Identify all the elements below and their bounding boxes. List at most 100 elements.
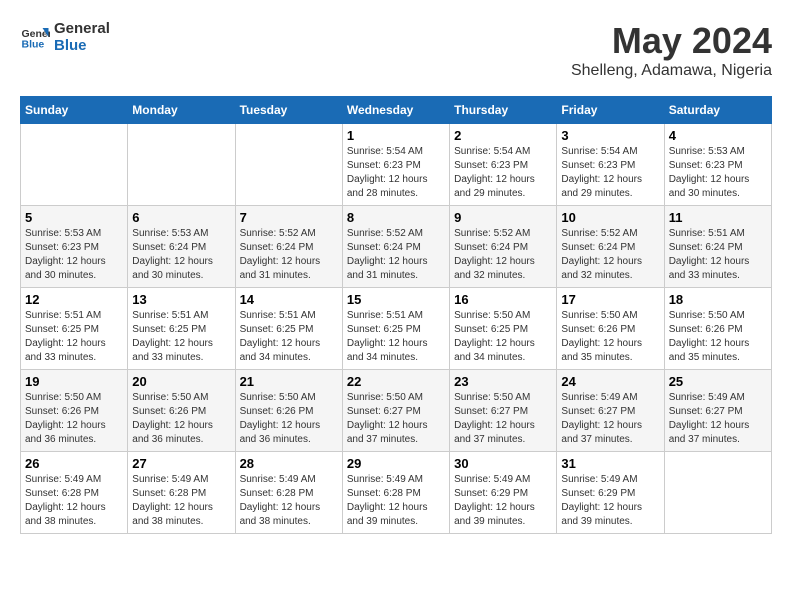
subtitle: Shelleng, Adamawa, Nigeria: [571, 62, 772, 80]
day-number: 17: [561, 292, 659, 307]
day-number: 14: [240, 292, 338, 307]
calendar-cell: 9 Sunrise: 5:52 AM Sunset: 6:24 PM Daylig…: [450, 206, 557, 288]
day-info: Sunrise: 5:49 AM Sunset: 6:28 PM Dayligh…: [347, 473, 445, 529]
svg-text:Blue: Blue: [22, 39, 45, 51]
day-number: 24: [561, 374, 659, 389]
day-number: 12: [25, 292, 123, 307]
calendar-cell: 6 Sunrise: 5:53 AM Sunset: 6:24 PM Daylig…: [128, 206, 235, 288]
day-info: Sunrise: 5:52 AM Sunset: 6:24 PM Dayligh…: [561, 227, 659, 283]
weekday-header-tuesday: Tuesday: [235, 97, 342, 124]
calendar-cell: 17 Sunrise: 5:50 AM Sunset: 6:26 PM Dayli…: [557, 288, 664, 370]
calendar-cell: 20 Sunrise: 5:50 AM Sunset: 6:26 PM Dayli…: [128, 370, 235, 452]
day-number: 5: [25, 210, 123, 225]
day-number: 10: [561, 210, 659, 225]
calendar-cell: 3 Sunrise: 5:54 AM Sunset: 6:23 PM Daylig…: [557, 124, 664, 206]
day-info: Sunrise: 5:50 AM Sunset: 6:25 PM Dayligh…: [454, 309, 552, 365]
calendar-cell: 28Sunrise: 5:49 AM Sunset: 6:28 PM Dayli…: [235, 452, 342, 534]
day-info: Sunrise: 5:50 AM Sunset: 6:26 PM Dayligh…: [132, 391, 230, 447]
calendar-cell: 30Sunrise: 5:49 AM Sunset: 6:29 PM Dayli…: [450, 452, 557, 534]
day-number: 27: [132, 456, 230, 471]
day-info: Sunrise: 5:49 AM Sunset: 6:27 PM Dayligh…: [561, 391, 659, 447]
calendar-cell: 13Sunrise: 5:51 AM Sunset: 6:25 PM Dayli…: [128, 288, 235, 370]
calendar-cell: 24 Sunrise: 5:49 AM Sunset: 6:27 PM Dayli…: [557, 370, 664, 452]
calendar-cell: 31Sunrise: 5:49 AM Sunset: 6:29 PM Dayli…: [557, 452, 664, 534]
day-info: Sunrise: 5:49 AM Sunset: 6:28 PM Dayligh…: [240, 473, 338, 529]
calendar-cell: 23 Sunrise: 5:50 AM Sunset: 6:27 PM Dayli…: [450, 370, 557, 452]
day-number: 16: [454, 292, 552, 307]
day-number: 2: [454, 128, 552, 143]
day-info: Sunrise: 5:51 AM Sunset: 6:25 PM Dayligh…: [347, 309, 445, 365]
calendar-cell: 10 Sunrise: 5:52 AM Sunset: 6:24 PM Dayli…: [557, 206, 664, 288]
logo: General Blue General Blue: [20, 20, 110, 54]
day-number: 9: [454, 210, 552, 225]
day-info: Sunrise: 5:53 AM Sunset: 6:23 PM Dayligh…: [25, 227, 123, 283]
page-header: General Blue General Blue May 2024 Shell…: [20, 20, 772, 80]
calendar-cell: 14 Sunrise: 5:51 AM Sunset: 6:25 PM Dayli…: [235, 288, 342, 370]
day-info: Sunrise: 5:49 AM Sunset: 6:27 PM Dayligh…: [669, 391, 767, 447]
day-number: 1: [347, 128, 445, 143]
day-info: Sunrise: 5:51 AM Sunset: 6:25 PM Dayligh…: [25, 309, 123, 365]
calendar-cell: 19 Sunrise: 5:50 AM Sunset: 6:26 PM Dayli…: [21, 370, 128, 452]
calendar-cell: 29 Sunrise: 5:49 AM Sunset: 6:28 PM Dayli…: [342, 452, 449, 534]
day-info: Sunrise: 5:49 AM Sunset: 6:29 PM Dayligh…: [454, 473, 552, 529]
day-info: Sunrise: 5:50 AM Sunset: 6:26 PM Dayligh…: [25, 391, 123, 447]
day-number: 11: [669, 210, 767, 225]
day-info: Sunrise: 5:51 AM Sunset: 6:24 PM Dayligh…: [669, 227, 767, 283]
calendar-cell: 27Sunrise: 5:49 AM Sunset: 6:28 PM Dayli…: [128, 452, 235, 534]
logo-icon: General Blue: [20, 22, 50, 52]
day-number: 29: [347, 456, 445, 471]
calendar-cell: [664, 452, 771, 534]
weekday-header-thursday: Thursday: [450, 97, 557, 124]
calendar-cell: 25Sunrise: 5:49 AM Sunset: 6:27 PM Dayli…: [664, 370, 771, 452]
calendar-week-3: 12 Sunrise: 5:51 AM Sunset: 6:25 PM Dayli…: [21, 288, 772, 370]
calendar-cell: 15Sunrise: 5:51 AM Sunset: 6:25 PM Dayli…: [342, 288, 449, 370]
calendar-cell: 8 Sunrise: 5:52 AM Sunset: 6:24 PM Daylig…: [342, 206, 449, 288]
calendar-cell: 5 Sunrise: 5:53 AM Sunset: 6:23 PM Daylig…: [21, 206, 128, 288]
calendar-cell: 4Sunrise: 5:53 AM Sunset: 6:23 PM Daylig…: [664, 124, 771, 206]
weekday-header-saturday: Saturday: [664, 97, 771, 124]
main-title: May 2024: [571, 20, 772, 62]
calendar-cell: 2Sunrise: 5:54 AM Sunset: 6:23 PM Daylig…: [450, 124, 557, 206]
day-info: Sunrise: 5:52 AM Sunset: 6:24 PM Dayligh…: [347, 227, 445, 283]
day-number: 20: [132, 374, 230, 389]
logo-line2: Blue: [54, 37, 110, 54]
day-info: Sunrise: 5:50 AM Sunset: 6:27 PM Dayligh…: [347, 391, 445, 447]
day-number: 3: [561, 128, 659, 143]
day-info: Sunrise: 5:50 AM Sunset: 6:26 PM Dayligh…: [669, 309, 767, 365]
day-number: 8: [347, 210, 445, 225]
calendar-table: SundayMondayTuesdayWednesdayThursdayFrid…: [20, 96, 772, 534]
calendar-cell: [21, 124, 128, 206]
day-info: Sunrise: 5:50 AM Sunset: 6:27 PM Dayligh…: [454, 391, 552, 447]
day-info: Sunrise: 5:54 AM Sunset: 6:23 PM Dayligh…: [561, 145, 659, 201]
day-number: 22: [347, 374, 445, 389]
calendar-week-2: 5 Sunrise: 5:53 AM Sunset: 6:23 PM Daylig…: [21, 206, 772, 288]
day-number: 19: [25, 374, 123, 389]
weekday-header-row: SundayMondayTuesdayWednesdayThursdayFrid…: [21, 97, 772, 124]
day-info: Sunrise: 5:50 AM Sunset: 6:26 PM Dayligh…: [240, 391, 338, 447]
calendar-cell: 21Sunrise: 5:50 AM Sunset: 6:26 PM Dayli…: [235, 370, 342, 452]
weekday-header-friday: Friday: [557, 97, 664, 124]
day-number: 7: [240, 210, 338, 225]
calendar-cell: 12 Sunrise: 5:51 AM Sunset: 6:25 PM Dayli…: [21, 288, 128, 370]
logo-line1: General: [54, 20, 110, 37]
calendar-body: 1 Sunrise: 5:54 AM Sunset: 6:23 PM Daylig…: [21, 124, 772, 534]
calendar-cell: 26Sunrise: 5:49 AM Sunset: 6:28 PM Dayli…: [21, 452, 128, 534]
day-info: Sunrise: 5:53 AM Sunset: 6:23 PM Dayligh…: [669, 145, 767, 201]
day-number: 23: [454, 374, 552, 389]
calendar-cell: 22 Sunrise: 5:50 AM Sunset: 6:27 PM Dayli…: [342, 370, 449, 452]
day-info: Sunrise: 5:53 AM Sunset: 6:24 PM Dayligh…: [132, 227, 230, 283]
weekday-header-monday: Monday: [128, 97, 235, 124]
day-number: 13: [132, 292, 230, 307]
calendar-cell: 18Sunrise: 5:50 AM Sunset: 6:26 PM Dayli…: [664, 288, 771, 370]
day-info: Sunrise: 5:51 AM Sunset: 6:25 PM Dayligh…: [240, 309, 338, 365]
day-info: Sunrise: 5:52 AM Sunset: 6:24 PM Dayligh…: [454, 227, 552, 283]
weekday-header-sunday: Sunday: [21, 97, 128, 124]
day-info: Sunrise: 5:54 AM Sunset: 6:23 PM Dayligh…: [347, 145, 445, 201]
calendar-cell: 7Sunrise: 5:52 AM Sunset: 6:24 PM Daylig…: [235, 206, 342, 288]
day-info: Sunrise: 5:50 AM Sunset: 6:26 PM Dayligh…: [561, 309, 659, 365]
day-number: 26: [25, 456, 123, 471]
calendar-cell: 1 Sunrise: 5:54 AM Sunset: 6:23 PM Daylig…: [342, 124, 449, 206]
calendar-cell: [235, 124, 342, 206]
calendar-cell: [128, 124, 235, 206]
day-number: 6: [132, 210, 230, 225]
